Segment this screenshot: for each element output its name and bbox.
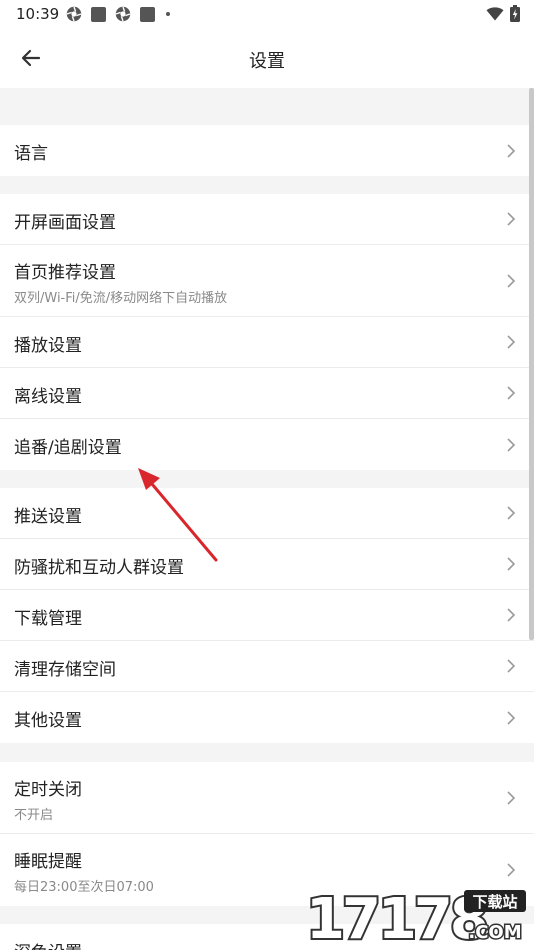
settings-item-label: 语言: [14, 144, 48, 164]
status-notification-icons: [66, 6, 170, 22]
chevron-right-icon: [507, 710, 516, 725]
page-title: 设置: [249, 51, 285, 72]
chevron-right-icon: [507, 659, 516, 673]
watermark-domain: .COM: [468, 922, 521, 943]
app-bar: 设置: [0, 28, 534, 88]
app-square-icon: [140, 6, 155, 22]
chevron-right-icon: [507, 386, 516, 400]
settings-item-label: 推送设置: [14, 507, 82, 527]
settings-item-push[interactable]: 推送设置: [0, 488, 534, 539]
wifi-icon: [486, 6, 504, 20]
chevron-right-icon: [507, 273, 516, 288]
settings-item-anti-harassment[interactable]: 防骚扰和互动人群设置: [0, 539, 534, 590]
settings-item-label: 开屏画面设置: [14, 213, 116, 233]
status-bar: 10:39: [0, 0, 534, 28]
chevron-right-icon: [507, 335, 516, 349]
settings-item-label: 追番/追剧设置: [14, 438, 122, 458]
settings-item-label: 播放设置: [14, 336, 82, 356]
settings-item-download-manager[interactable]: 下载管理: [0, 590, 534, 641]
chevron-right-icon: [507, 506, 516, 520]
settings-group-general: 推送设置 防骚扰和互动人群设置 下载管理 清理存储空间 其他设置: [0, 488, 534, 743]
settings-item-clear-storage[interactable]: 清理存储空间: [0, 641, 534, 692]
scrollbar[interactable]: [529, 88, 534, 640]
settings-item-subtitle: 双列/Wi-Fi/免流/移动网络下自动播放: [14, 291, 228, 306]
settings-item-splash-screen[interactable]: 开屏画面设置: [0, 194, 534, 245]
settings-item-subtitle: 不开启: [14, 808, 54, 823]
settings-item-timed-close[interactable]: 定时关闭 不开启: [0, 762, 534, 834]
aperture-icon: [115, 6, 131, 22]
settings-item-label: 首页推荐设置: [14, 263, 116, 283]
settings-item-home-recommend[interactable]: 首页推荐设置 双列/Wi-Fi/免流/移动网络下自动播放: [0, 245, 534, 317]
watermark-brand: 17178: [306, 887, 486, 946]
settings-group-display: 开屏画面设置 首页推荐设置 双列/Wi-Fi/免流/移动网络下自动播放 播放设置…: [0, 194, 534, 470]
settings-item-other[interactable]: 其他设置: [0, 692, 534, 743]
chevron-right-icon: [507, 863, 516, 877]
status-time: 10:39: [16, 5, 60, 23]
dot-icon: [166, 12, 170, 16]
chevron-right-icon: [507, 790, 516, 805]
settings-item-subtitle: 每日23:00至次日07:00: [14, 880, 154, 895]
chevron-right-icon: [507, 143, 516, 158]
settings-item-label: 清理存储空间: [14, 660, 116, 680]
aperture-icon: [66, 6, 82, 22]
status-system-icons: [486, 5, 520, 22]
settings-item-label: 深色设置: [14, 938, 82, 950]
settings-item-label: 离线设置: [14, 387, 82, 407]
chevron-right-icon: [507, 608, 516, 622]
settings-item-playback[interactable]: 播放设置: [0, 317, 534, 368]
watermark-logo: 17178 下载站 .COM: [304, 886, 526, 946]
settings-item-label: 其他设置: [14, 711, 82, 731]
settings-group-language: 语言: [0, 125, 534, 176]
settings-item-offline[interactable]: 离线设置: [0, 368, 534, 419]
settings-item-label: 下载管理: [14, 609, 82, 629]
chevron-right-icon: [507, 212, 516, 226]
settings-group-timer: 定时关闭 不开启 睡眠提醒 每日23:00至次日07:00: [0, 762, 534, 906]
settings-item-language[interactable]: 语言: [0, 125, 534, 176]
settings-item-label: 定时关闭: [14, 780, 82, 800]
chevron-right-icon: [507, 557, 516, 571]
battery-charging-icon: [510, 5, 520, 22]
settings-item-label: 防骚扰和互动人群设置: [14, 558, 184, 578]
watermark-tagline: 下载站: [472, 893, 517, 911]
app-square-icon: [91, 6, 106, 22]
settings-item-label: 睡眠提醒: [14, 852, 82, 872]
settings-item-follow-series[interactable]: 追番/追剧设置: [0, 419, 534, 470]
chevron-right-icon: [507, 437, 516, 452]
